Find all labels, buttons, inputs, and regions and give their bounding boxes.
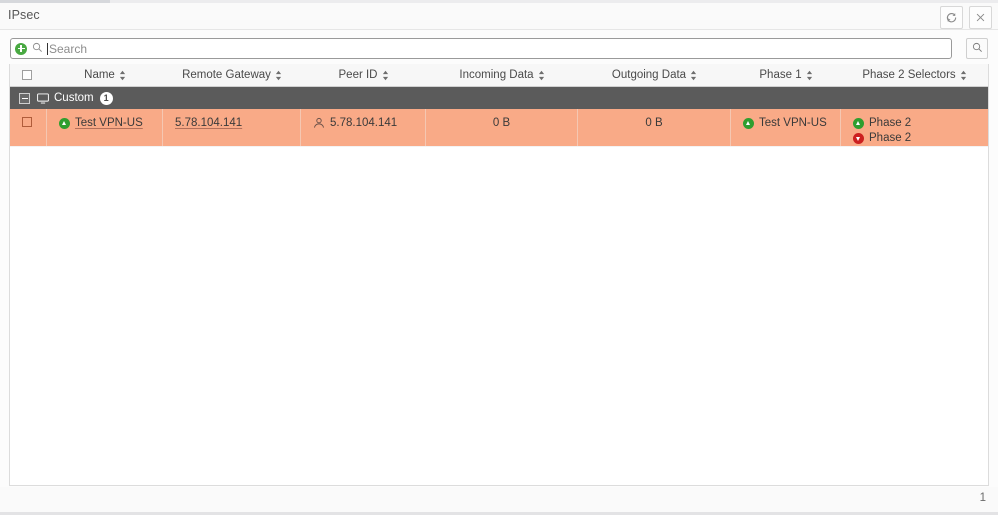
column-header-incoming-data[interactable]: Incoming Data [426,64,578,86]
window-controls [940,6,992,29]
collapse-minus-icon[interactable] [19,92,30,104]
table-row[interactable]: Test VPN-US 5.78.104.141 5.78.104.141 0 … [10,109,988,147]
search-bar: Search [10,38,988,59]
select-all-checkbox[interactable] [22,70,32,80]
search-input-wrapper[interactable]: Search [10,38,952,59]
status-up-icon [853,117,864,129]
peer-id-value: 5.78.104.141 [330,117,398,129]
column-header-outgoing-data[interactable]: Outgoing Data [578,64,731,86]
phase2-selector-item: Phase 2 [853,117,911,129]
cell-incoming-data: 0 B [426,109,578,146]
phase2-label: Phase 2 [869,117,912,129]
column-header-name[interactable]: Name [47,64,163,86]
column-label: Phase 2 Selectors [862,69,956,81]
footer-bar: 1 [0,487,998,512]
outgoing-data-value: 0 B [645,117,663,129]
search-icon [32,42,43,56]
refresh-icon [946,12,957,23]
sort-icon [806,70,813,81]
status-up-icon [743,117,754,129]
status-down-icon [853,132,864,144]
add-circle-icon[interactable] [15,42,27,55]
group-header-custom[interactable]: Custom 1 [10,87,988,109]
page-number[interactable]: 1 [980,492,986,504]
column-label: Outgoing Data [611,69,687,81]
remote-gateway-link[interactable]: 5.78.104.141 [175,117,242,129]
column-label: Name [84,69,115,81]
cell-row-select [10,109,47,146]
user-icon [313,117,325,129]
column-header-peer-id[interactable]: Peer ID [301,64,426,86]
column-label: Remote Gateway [182,69,271,81]
ipsec-window: IPsec Search Name Remote Gateway Peer ID… [0,0,998,515]
column-header-select-all [10,64,47,86]
monitor-icon [37,92,49,104]
sort-icon [382,70,389,81]
column-label: Phase 1 [759,69,802,81]
ipsec-table-panel: Name Remote Gateway Peer ID Incoming Dat… [9,64,989,486]
table-header: Name Remote Gateway Peer ID Incoming Dat… [10,64,988,87]
search-input[interactable]: Search [49,42,87,56]
group-count-badge: 1 [99,91,113,105]
text-caret [47,42,48,55]
close-button[interactable] [969,6,992,29]
sort-icon [538,70,545,81]
status-up-icon [59,117,70,129]
column-label: Incoming Data [459,69,534,81]
search-submit-button[interactable] [966,38,988,59]
group-label: Custom [54,92,94,104]
column-label: Peer ID [338,69,378,81]
sort-icon [690,70,697,81]
title-bar: IPsec [0,3,998,30]
incoming-data-value: 0 B [492,117,511,129]
cell-name: Test VPN-US [47,109,163,146]
close-icon [975,12,986,23]
search-icon [972,42,983,56]
cell-peer-id: 5.78.104.141 [301,109,426,146]
sort-icon [119,70,126,81]
sort-icon [275,70,282,81]
phase2-selector-item: Phase 2 [853,132,911,144]
row-checkbox[interactable] [22,117,32,127]
phase2-label: Phase 2 [869,132,912,144]
cell-phase-2-selectors: Phase 2 Phase 2 [841,109,988,146]
cell-phase-1: Test VPN-US [731,109,841,146]
refresh-button[interactable] [940,6,963,29]
cell-outgoing-data: 0 B [578,109,731,146]
tunnel-name-link[interactable]: Test VPN-US [75,117,143,129]
column-header-phase-1[interactable]: Phase 1 [731,64,841,86]
page-title: IPsec [8,8,40,22]
column-header-remote-gateway[interactable]: Remote Gateway [163,64,301,86]
cell-remote-gateway: 5.78.104.141 [163,109,301,146]
sort-icon [960,70,967,81]
column-header-phase-2-selectors[interactable]: Phase 2 Selectors [841,64,988,86]
phase1-value: Test VPN-US [759,117,827,129]
